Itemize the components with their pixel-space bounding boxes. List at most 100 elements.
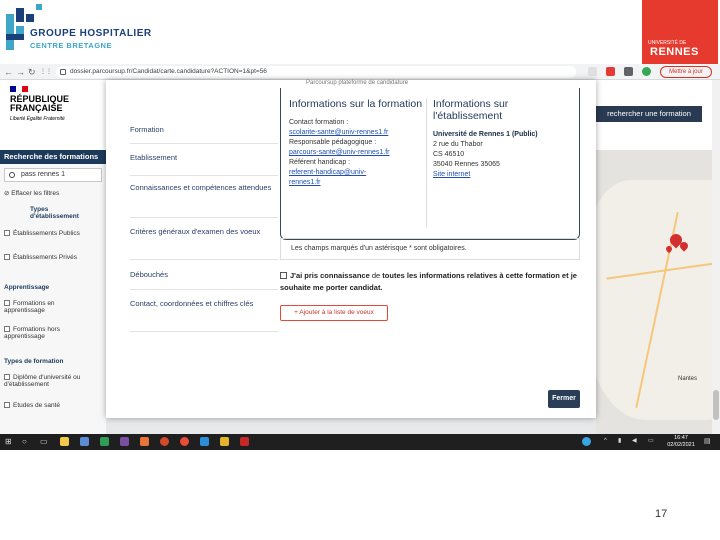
windows-start-icon[interactable]: ⊞ [5,436,12,447]
consent-statement[interactable]: J'ai pris connaissance de toutes les inf… [280,270,580,294]
contact-email-link[interactable]: scolarite-sante@univ-rennes1.fr [289,128,429,138]
filter-etab-publics[interactable]: Établissements Publics [4,230,84,237]
required-fields-note: Les champs marqués d'un astérisque * son… [280,238,580,260]
search-sidebar: Recherche des formations pass rennes 1 ⊘… [0,150,106,434]
search-formation-button[interactable]: rechercher une formation [596,106,702,122]
etablissement-info-title: Informations sur l'établissement [433,98,509,122]
app-icon[interactable] [240,437,249,446]
column-divider [426,98,427,228]
onenote-icon[interactable] [120,437,129,446]
page-scrollbar[interactable] [712,80,720,434]
handicap-email-link-cont[interactable]: rennes1.fr [289,178,429,188]
contact-info-box: Informations sur la formation Contact fo… [280,88,580,240]
etablissement-info-column: Informations sur l'établissement Univers… [433,98,573,180]
address-bar[interactable]: dossier.parcoursup.fr/Candidat/carte.can… [56,66,576,78]
apprentissage-heading[interactable]: Apprentissage [4,284,49,291]
menu-formation[interactable]: Formation [130,120,278,144]
menu-etablissement[interactable]: Etablissement [130,144,278,176]
checkbox[interactable] [4,326,10,332]
site-internet-link[interactable]: Site internet [433,170,573,180]
file-explorer-icon[interactable] [60,437,69,446]
checkbox[interactable] [4,300,10,306]
map-city-label: Nantes [678,376,698,382]
groupe-hospitalier-logo: GROUPE HOSPITALIER CENTRE BRETAGNE [0,0,200,60]
types-etab-heading[interactable]: Types d'établissement [30,206,90,220]
formation-info-title: Informations sur la formation [289,98,423,110]
network-icon[interactable]: ▮ [618,436,621,447]
filter-apprentissage[interactable]: Formations en apprentissage [4,300,84,314]
extension-red-icon[interactable] [606,67,615,76]
word-icon[interactable] [80,437,89,446]
handicap-email-link[interactable]: referent-handicap@univ- [289,168,429,178]
slide: GROUPE HOSPITALIER CENTRE BRETAGNE UNIVE… [0,0,720,540]
scrollbar-thumb[interactable] [713,390,719,420]
notifications-icon[interactable]: ▤ [704,436,711,447]
battery-icon[interactable]: ▭ [648,436,654,447]
slide-page-number: 17 [655,508,668,520]
taskbar-search-icon[interactable]: ○ [22,436,27,447]
formation-search-input[interactable]: pass rennes 1 [4,168,102,182]
filter-etab-prives[interactable]: Établissements Privés [4,254,84,261]
address-line3: 35040 Rennes 35065 [433,161,500,168]
update-button[interactable]: Mettre à jour [660,66,712,78]
filter-diplome-universite[interactable]: Diplôme d'université ou d'établissement [4,374,94,388]
republique-francaise-logo: RÉPUBLIQUE FRANÇAISE Liberté Égalité Fra… [10,86,90,122]
univ-logo-line2: RENNES [650,46,699,58]
resp-label: Responsable pédagogique : [289,139,377,146]
etablissement-name: Université de Rennes 1 (Public) [433,131,538,138]
url-text: dossier.parcoursup.fr/Candidat/carte.can… [70,68,267,75]
menu-criteres[interactable]: Critères généraux d'examen des voeux [130,218,278,260]
formation-map[interactable]: Nantes [596,150,720,434]
app-icon[interactable] [180,437,189,446]
profile-avatar[interactable] [642,67,651,76]
windows-taskbar: ⊞ ○ ▭ ^ ▮ ◀ ▭ 16:47 02/02/2021 ▤ [0,434,720,450]
consent-checkbox[interactable] [280,272,287,279]
taskbar-clock[interactable]: 16:47 02/02/2021 [666,435,696,449]
edge-icon[interactable] [200,437,209,446]
extensions-puzzle-icon[interactable] [624,67,633,76]
menu-connaissances[interactable]: Connaissances et compétences attendues [130,176,278,218]
address-line2: CS 46510 [433,151,465,158]
types-formation-heading[interactable]: Types de formation [4,358,63,365]
powerpoint-icon[interactable] [140,437,149,446]
add-to-wishlist-button[interactable]: + Ajouter à la liste de voeux [280,305,388,321]
filter-hors-apprentissage[interactable]: Formations hors apprentissage [4,326,84,340]
checkbox[interactable] [4,230,10,236]
app-icon[interactable] [220,437,229,446]
modal-top-note: Parcoursup plateforme de candidature [306,80,409,86]
browser-toolbar: ← → ↻ ⋮⋮ dossier.parcoursup.fr/Candidat/… [0,64,720,80]
reload-icon[interactable]: ↻ [28,66,36,78]
logo-line2: CENTRE BRETAGNE [30,41,112,50]
clear-filters-link[interactable]: ⊘ Effacer les filtres [4,190,59,197]
forward-icon[interactable]: → [16,66,25,78]
menu-contact[interactable]: Contact, coordonnées et chiffres clés [130,290,278,332]
contact-label: Contact formation : [289,119,349,126]
filter-etudes-sante[interactable]: Etudes de santé [4,402,94,409]
checkbox[interactable] [4,254,10,260]
excel-icon[interactable] [100,437,109,446]
menu-debouches[interactable]: Débouchés [130,260,278,290]
resp-email-link[interactable]: parcours-sante@univ-rennes1.fr [289,148,429,158]
tray-icon[interactable] [582,437,591,446]
address-line1: 2 rue du Thabor [433,141,483,148]
logo-line1: GROUPE HOSPITALIER [30,28,152,39]
formation-details-modal: Parcoursup plateforme de candidature For… [106,80,596,418]
tray-chevron-icon[interactable]: ^ [604,436,607,447]
lock-icon [60,69,66,75]
task-view-icon[interactable]: ▭ [40,436,48,447]
universite-rennes-logo: UNIVERSITÉ DE RENNES [642,0,718,64]
browser-screenshot: ← → ↻ ⋮⋮ dossier.parcoursup.fr/Candidat/… [0,64,720,450]
formation-info-column: Informations sur la formation Contact fo… [289,98,429,188]
checkbox[interactable] [4,374,10,380]
apps-icon[interactable]: ⋮⋮ [40,66,52,78]
firefox-icon[interactable] [160,437,169,446]
close-modal-button[interactable]: Fermer [548,390,580,408]
back-icon[interactable]: ← [4,66,13,78]
modal-section-menu: Formation Etablissement Connaissances et… [130,120,278,332]
volume-icon[interactable]: ◀ [632,436,637,447]
star-icon[interactable] [588,67,597,76]
handicap-label: Référent handicap : [289,159,351,166]
sidebar-title: Recherche des formations [0,150,106,164]
flag-icon [10,86,28,92]
checkbox[interactable] [4,402,10,408]
